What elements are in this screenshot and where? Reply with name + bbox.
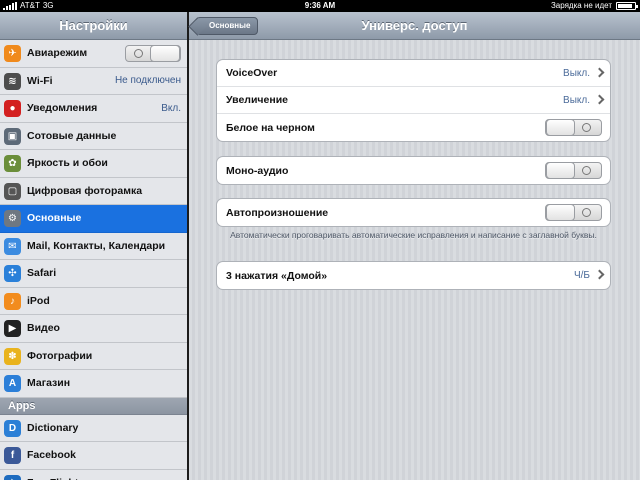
toggle-switch[interactable] bbox=[545, 162, 602, 179]
toggle-switch[interactable] bbox=[545, 204, 602, 221]
settings-cell[interactable]: Автопроизношение bbox=[217, 199, 610, 226]
sidebar-item-label: Цифровая фоторамка bbox=[27, 184, 143, 197]
airplane-icon: ✈ bbox=[4, 45, 21, 62]
sidebar-item[interactable]: ● Уведомления Вкл. bbox=[0, 95, 187, 123]
toggle-knob bbox=[546, 204, 575, 221]
foreflight-icon: ✈ bbox=[4, 474, 21, 480]
compass-icon: ✣ bbox=[4, 265, 21, 282]
charging-status: Зарядка не идет bbox=[550, 1, 612, 10]
page-title: Универс. доступ bbox=[361, 18, 468, 33]
chevron-right-icon bbox=[594, 67, 605, 78]
sidebar-item-value: Не подключен bbox=[114, 75, 181, 87]
sidebar-item[interactable]: ✽ Фотографии bbox=[0, 342, 187, 370]
sidebar-item-label: Магазин bbox=[27, 377, 71, 390]
sidebar-item[interactable]: ♪ iPod bbox=[0, 287, 187, 315]
sidebar-item[interactable]: ⚙ Основные bbox=[0, 205, 187, 233]
speak-autotext-footnote: Автоматически проговаривать автоматическ… bbox=[230, 230, 597, 240]
sidebar-item-label: Safari bbox=[27, 267, 57, 280]
cell-label: Белое на черном bbox=[226, 121, 315, 134]
toggle-knob bbox=[546, 119, 575, 136]
settings-cell[interactable]: Увеличение Выкл. bbox=[217, 87, 610, 114]
detail-navbar: Основные Универс. доступ bbox=[189, 12, 640, 40]
mail-icon: ✉ bbox=[4, 237, 21, 255]
airplane-mode-toggle[interactable] bbox=[125, 45, 181, 62]
notifications-icon: ● bbox=[4, 100, 21, 117]
brightness-icon: ✿ bbox=[4, 155, 21, 172]
sidebar-item[interactable]: ✿ Яркость и обои bbox=[0, 150, 187, 178]
chevron-right-icon bbox=[594, 94, 605, 105]
off-indicator-icon bbox=[582, 123, 591, 132]
ipod-icon: ♪ bbox=[4, 292, 21, 310]
status-bar: AT&T 3G 9:36 AM Зарядка не идет bbox=[0, 0, 640, 12]
sidebar-item[interactable]: f Facebook bbox=[0, 442, 187, 470]
store-icon: A bbox=[4, 375, 21, 392]
off-indicator-icon bbox=[134, 49, 143, 58]
sidebar-item[interactable]: A Магазин bbox=[0, 370, 187, 398]
settings-cell[interactable]: VoiceOver Выкл. bbox=[217, 60, 610, 87]
sidebar-item-label: Wi-Fi bbox=[27, 74, 53, 87]
sidebar-item[interactable]: ✈ Авиарежим bbox=[0, 40, 187, 68]
cell-label: Автопроизношение bbox=[226, 206, 329, 219]
triple-click-group: 3 нажатия «Домой» Ч/Б bbox=[216, 261, 611, 290]
sunflower-icon: ✽ bbox=[4, 347, 21, 365]
off-indicator-icon bbox=[582, 208, 591, 217]
sidebar-item[interactable]: D Dictionary bbox=[0, 414, 187, 442]
sidebar-item[interactable]: ▶ Видео bbox=[0, 315, 187, 343]
wifi-icon: ≋ bbox=[4, 72, 21, 90]
video-icon: ▶ bbox=[4, 320, 21, 337]
cell-value: Выкл. bbox=[563, 67, 590, 79]
picture-frame-icon: ▢ bbox=[4, 182, 21, 200]
sidebar-title: Настройки bbox=[0, 12, 187, 40]
settings-cell[interactable]: Белое на черном bbox=[217, 114, 610, 141]
toggle-knob bbox=[546, 162, 575, 179]
sidebar-item-label: Dictionary bbox=[27, 421, 79, 434]
settings-sidebar: Настройки ✈ Авиарежим ≋ Wi-Fi Не подключен ● У… bbox=[0, 12, 187, 480]
cell-label: VoiceOver bbox=[226, 67, 278, 79]
chevron-right-icon bbox=[594, 269, 605, 280]
vision-settings-group: VoiceOver Выкл. Увеличение Выкл. Белое на че… bbox=[216, 59, 611, 142]
toggle-switch[interactable] bbox=[545, 119, 602, 136]
battery-icon bbox=[616, 2, 638, 10]
cell-value: Ч/Б bbox=[573, 270, 590, 281]
off-indicator-icon bbox=[582, 166, 591, 175]
cell-label: 3 нажатия «Домой» bbox=[226, 269, 328, 282]
cell-label: Увеличение bbox=[226, 94, 288, 106]
gear-icon: ⚙ bbox=[4, 210, 21, 227]
sidebar-item-label: Mail, Контакты, Календари bbox=[27, 239, 166, 252]
settings-cell[interactable]: 3 нажатия «Домой» Ч/Б bbox=[217, 262, 610, 289]
cell-label: Моно-аудио bbox=[226, 164, 289, 177]
toggle-knob bbox=[150, 45, 180, 62]
cell-value: Выкл. bbox=[563, 94, 590, 106]
clock: 9:36 AM bbox=[304, 1, 336, 10]
sidebar-item-label: Facebook bbox=[27, 449, 77, 462]
sidebar-item-label: iPod bbox=[27, 294, 50, 307]
sidebar-item[interactable]: ▣ Сотовые данные bbox=[0, 122, 187, 150]
speak-settings-group: Автопроизношение bbox=[216, 198, 611, 227]
sidebar-item-label: Уведомления bbox=[27, 102, 98, 115]
sidebar-item-label: Яркость и обои bbox=[27, 157, 108, 170]
sidebar-item[interactable]: ✣ Safari bbox=[0, 260, 187, 288]
apps-section-header: Apps bbox=[0, 397, 187, 415]
settings-cell[interactable]: Моно-аудио bbox=[217, 157, 610, 184]
sidebar-item[interactable]: ≋ Wi-Fi Не подключен bbox=[0, 67, 187, 95]
settings-list: ✈ Авиарежим ≋ Wi-Fi Не подключен ● Уведомления… bbox=[0, 40, 187, 480]
sidebar-item-value: Вкл. bbox=[161, 102, 181, 114]
sidebar-item-label: Основные bbox=[27, 212, 82, 225]
sidebar-item-label: Фотографии bbox=[27, 349, 93, 362]
sidebar-item-label: Видео bbox=[27, 322, 60, 335]
sidebar-item[interactable]: ✉ Mail, Контакты, Календари bbox=[0, 232, 187, 260]
dictionary-icon: D bbox=[4, 419, 21, 437]
sidebar-item-label: Авиарежим bbox=[27, 47, 88, 60]
facebook-icon: f bbox=[4, 447, 21, 464]
cellular-icon: ▣ bbox=[4, 127, 21, 145]
sidebar-item[interactable]: ✈ForeFlight bbox=[0, 469, 187, 480]
sidebar-item[interactable]: ▢ Цифровая фоторамка bbox=[0, 177, 187, 205]
accessibility-panel: Основные Универс. доступ VoiceOver Выкл. У… bbox=[189, 12, 640, 480]
sidebar-item-label: Сотовые данные bbox=[27, 129, 117, 142]
audio-settings-group: Моно-аудио bbox=[216, 156, 611, 185]
